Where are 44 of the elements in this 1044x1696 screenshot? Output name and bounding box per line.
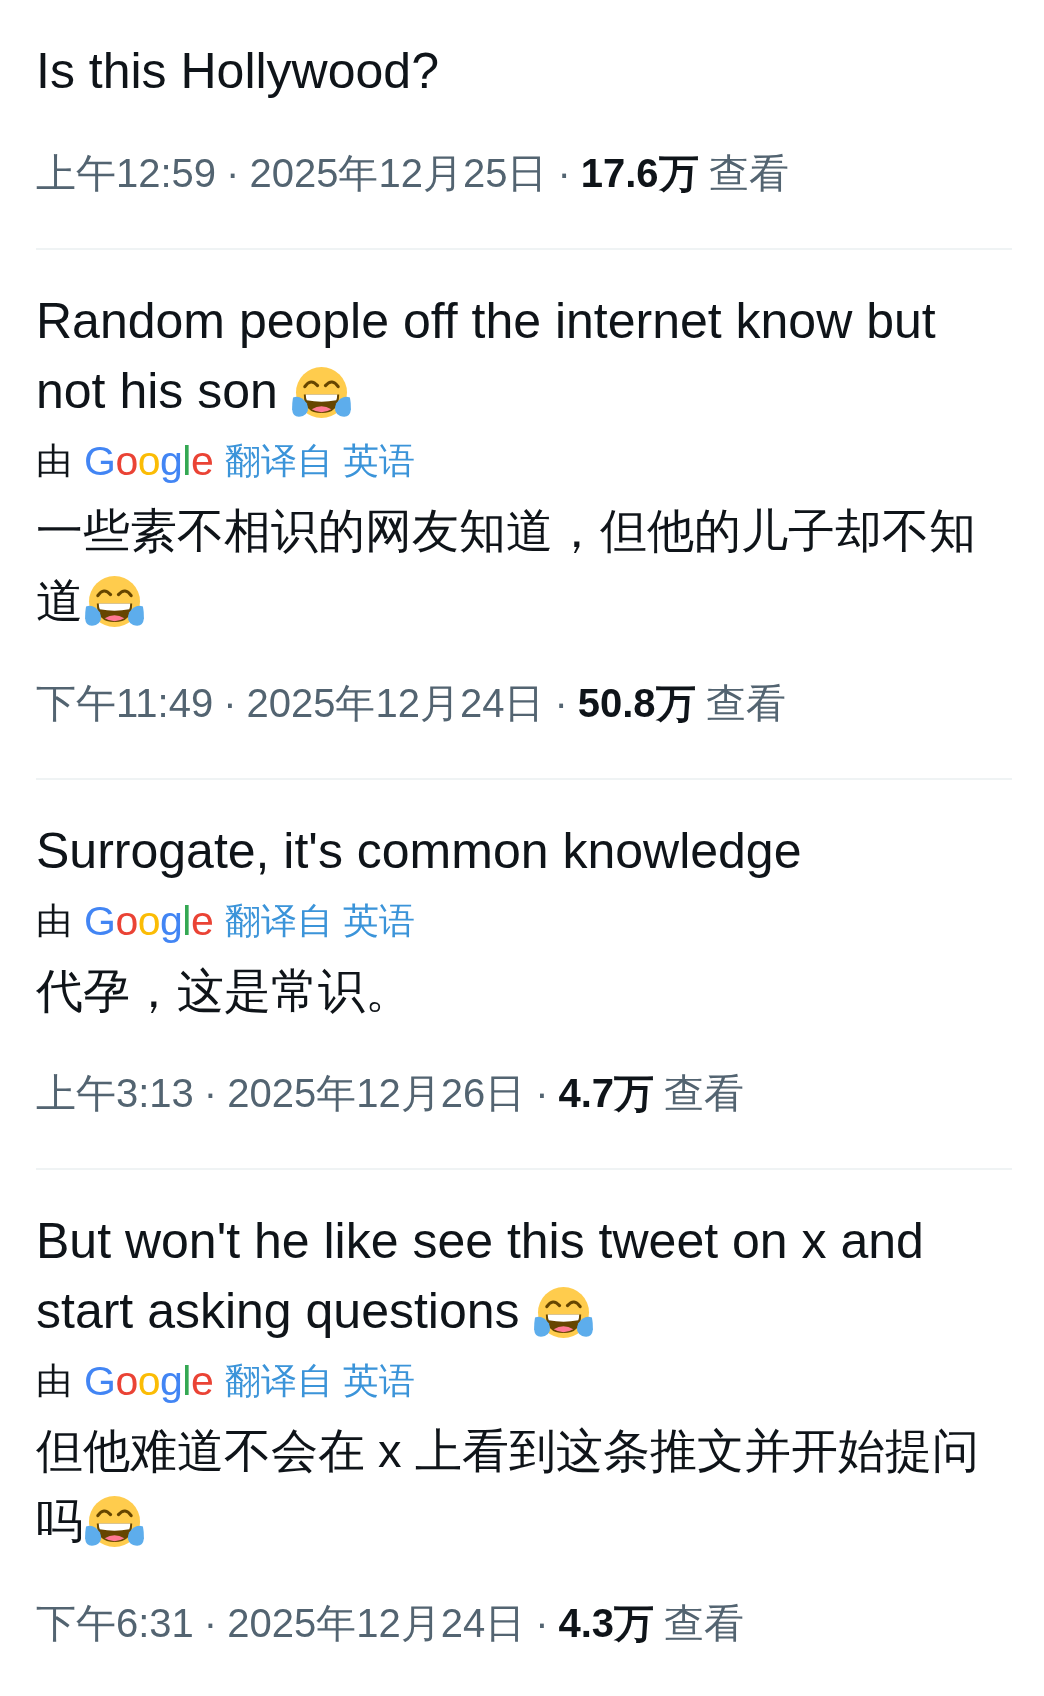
- separator-dot: ·: [203, 1070, 218, 1117]
- google-logo: Google: [84, 1357, 214, 1405]
- tweet-text: Random people off the internet know but not his son: [36, 292, 937, 421]
- separator-dot: ·: [535, 1600, 549, 1647]
- crying-laughing-emoji-icon: [291, 367, 351, 419]
- crying-laughing-emoji-icon: [85, 1496, 144, 1548]
- translated-from-link[interactable]: 翻译自 英语: [225, 1359, 416, 1403]
- post-time-link[interactable]: 上午3:13: [36, 1068, 194, 1118]
- post-time-link[interactable]: 下午11:49: [36, 678, 214, 728]
- translated-text: 但他难道不会在 x 上看到这条推文并开始提问吗: [36, 1423, 980, 1550]
- post-date-link[interactable]: 2025年12月26日: [227, 1068, 526, 1118]
- crying-laughing-emoji-icon: [533, 1287, 593, 1339]
- views-label: 查看: [664, 1600, 745, 1647]
- views-label: 查看: [705, 680, 786, 727]
- view-count: 4.7万: [558, 1070, 655, 1117]
- view-count: 4.3万: [558, 1600, 655, 1647]
- tweet-text: Is this Hollywood?: [36, 42, 440, 101]
- view-count: 17.6万: [580, 150, 699, 197]
- separator-dot: ·: [535, 1070, 549, 1117]
- tweet-text: But won't he like see this tweet on x and start asking questions: [36, 1212, 925, 1341]
- translated-by-text: 由: [36, 439, 72, 483]
- translated-text: 一些素不相识的网友知道，但他的儿子却不知道: [36, 503, 977, 630]
- post-time-link[interactable]: 上午12:59: [36, 148, 217, 198]
- google-logo: Google: [84, 897, 214, 945]
- view-count: 50.8万: [577, 680, 696, 727]
- separator-dot: ·: [223, 680, 237, 727]
- separator-dot: ·: [226, 150, 240, 197]
- google-logo: Google: [84, 437, 214, 485]
- views-label: 查看: [664, 1070, 745, 1117]
- separator-dot: ·: [557, 150, 571, 197]
- translated-from-link[interactable]: 翻译自 英语: [225, 899, 416, 943]
- post-date-link[interactable]: 2025年12月25日: [249, 148, 548, 198]
- views-label: 查看: [708, 150, 789, 197]
- translated-text: 代孕，这是常识。: [36, 963, 413, 1019]
- crying-laughing-emoji-icon: [85, 576, 144, 628]
- separator-dot: ·: [203, 1600, 218, 1647]
- translated-by-text: 由: [36, 899, 72, 943]
- translated-from-link[interactable]: 翻译自 英语: [225, 439, 416, 483]
- tweet-text: Surrogate, it's common knowledge: [36, 822, 803, 881]
- separator-dot: ·: [554, 680, 568, 727]
- post-date-link[interactable]: 2025年12月24日: [227, 1598, 526, 1648]
- translated-by-text: 由: [36, 1359, 72, 1403]
- post-time-link[interactable]: 下午6:31: [36, 1598, 194, 1648]
- post-date-link[interactable]: 2025年12月24日: [246, 678, 545, 728]
